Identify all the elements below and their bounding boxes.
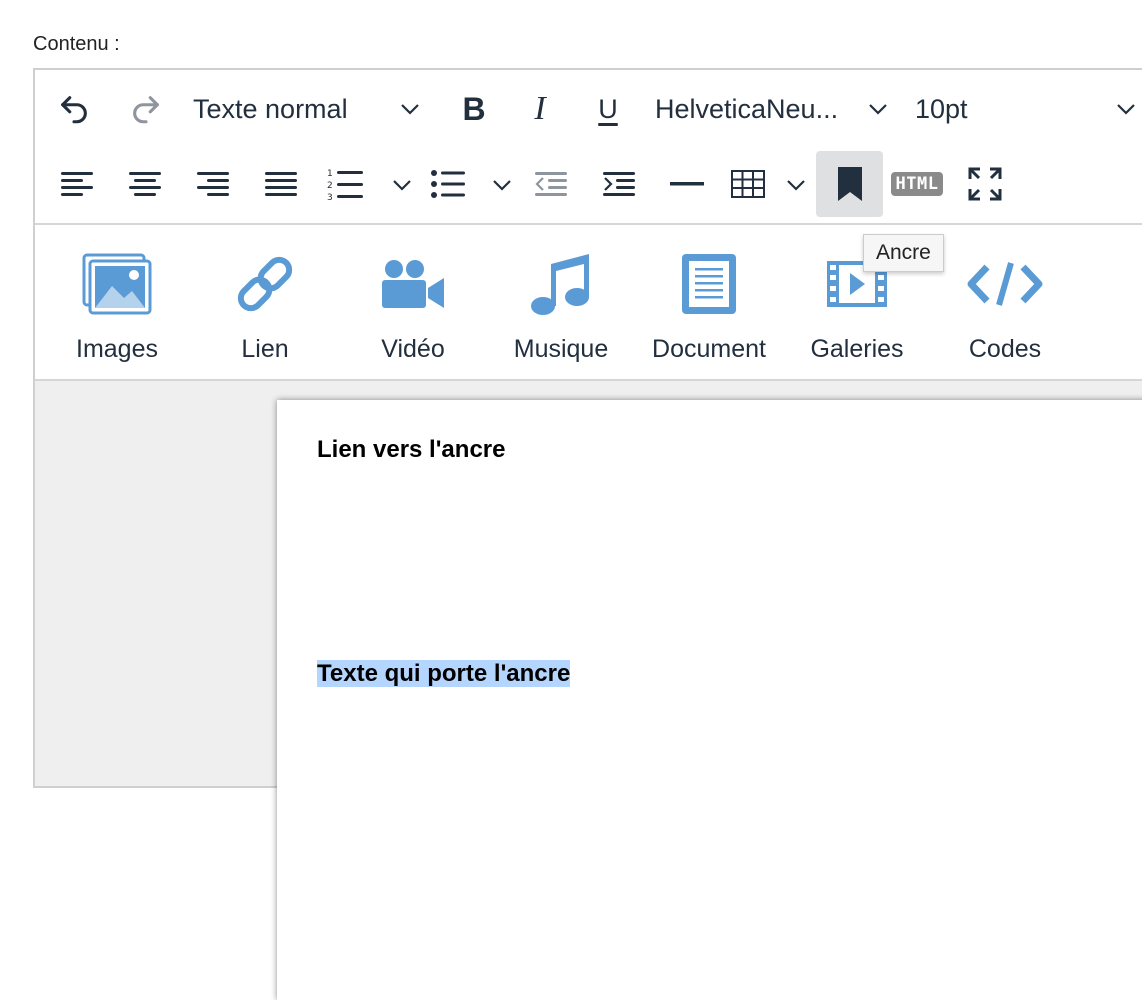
media-item-label: Vidéo — [381, 335, 445, 363]
chevron-down-icon — [869, 104, 887, 115]
html-badge: HTML — [890, 172, 944, 196]
code-icon — [967, 262, 1043, 306]
media-toolbar: Images Lien Vidéo Musique Document Galer… — [35, 225, 1142, 381]
media-item-label: Lien — [241, 335, 289, 363]
media-item-label: Document — [652, 335, 766, 363]
chevron-down-icon — [401, 104, 419, 115]
svg-text:2: 2 — [327, 181, 333, 191]
images-icon — [82, 253, 152, 315]
svg-text:3: 3 — [327, 193, 333, 201]
align-right-icon — [197, 172, 229, 196]
font-family-dropdown[interactable]: HelveticaNeu... — [655, 84, 895, 134]
paragraph-link[interactable]: Lien vers l'ancre — [317, 436, 505, 464]
chevron-down-icon — [393, 180, 411, 191]
underline-button[interactable]: U — [583, 84, 633, 134]
numbered-list-button[interactable]: 1 2 3 — [325, 160, 413, 208]
font-size-value: 10pt — [915, 93, 968, 124]
justify-icon — [265, 172, 297, 196]
align-right-button[interactable] — [189, 160, 237, 208]
paragraph-anchor-target[interactable]: Texte qui porte l'ancre — [317, 660, 571, 688]
font-family-value: HelveticaNeu... — [655, 93, 839, 124]
video-camera-icon — [382, 260, 444, 308]
justify-button[interactable] — [257, 160, 305, 208]
media-item-label: Codes — [968, 335, 1042, 363]
indent-icon — [603, 172, 635, 196]
editor-page[interactable]: Lien vers l'ancre Texte qui porte l'ancr… — [277, 400, 1142, 1000]
italic-icon: I — [534, 90, 546, 127]
align-left-icon — [61, 172, 93, 196]
font-size-dropdown[interactable]: 10pt — [915, 84, 1142, 134]
editor-toolbar: Texte normal B I U HelveticaNeu... 10pt — [35, 70, 1142, 225]
rich-text-editor: Texte normal B I U HelveticaNeu... 10pt — [33, 68, 1142, 1000]
media-item-music[interactable]: Musique — [487, 225, 635, 379]
chevron-down-icon — [787, 180, 805, 191]
bullet-list-icon — [431, 170, 465, 198]
chevron-down-icon — [1117, 104, 1135, 115]
block-format-dropdown[interactable]: Texte normal — [193, 84, 433, 134]
link-icon — [237, 256, 293, 312]
redo-button[interactable] — [121, 84, 171, 134]
media-item-link[interactable]: Lien — [191, 225, 339, 379]
undo-icon — [61, 96, 87, 124]
selected-text[interactable]: Texte qui porte l'ancre — [317, 660, 571, 687]
italic-button[interactable]: I — [515, 84, 565, 134]
outdent-button[interactable] — [527, 160, 575, 208]
media-item-label: Galeries — [810, 335, 904, 363]
media-item-document[interactable]: Document — [635, 225, 783, 379]
fullscreen-button[interactable] — [961, 160, 1009, 208]
field-label: Contenu : — [33, 33, 120, 55]
bookmark-icon — [837, 167, 862, 201]
horizontal-rule-button[interactable] — [663, 160, 711, 208]
editor-content-area[interactable]: Lien vers l'ancre Texte qui porte l'ancr… — [35, 381, 1142, 1000]
bold-button[interactable]: B — [449, 84, 499, 134]
redo-icon — [133, 96, 159, 124]
document-icon — [682, 254, 736, 314]
outdent-icon — [535, 172, 567, 196]
undo-button[interactable] — [49, 84, 99, 134]
bold-icon: B — [462, 90, 486, 127]
align-center-icon — [129, 172, 161, 196]
table-button[interactable] — [731, 160, 807, 208]
numbered-list-icon: 1 2 3 — [327, 169, 363, 201]
media-item-codes[interactable]: Codes — [931, 225, 1079, 379]
indent-button[interactable] — [595, 160, 643, 208]
horizontal-rule-icon — [670, 182, 704, 186]
align-center-button[interactable] — [121, 160, 169, 208]
underline-icon: U — [598, 93, 618, 124]
media-item-video[interactable]: Vidéo — [339, 225, 487, 379]
chevron-down-icon — [493, 180, 511, 191]
fullscreen-icon — [968, 167, 1002, 201]
svg-text:1: 1 — [327, 169, 333, 179]
media-item-images[interactable]: Images — [43, 225, 191, 379]
media-item-label: Images — [76, 335, 158, 363]
anchor-tooltip: Ancre — [863, 234, 944, 272]
bullet-list-button[interactable] — [431, 160, 513, 208]
media-item-label: Musique — [513, 335, 609, 363]
align-left-button[interactable] — [53, 160, 101, 208]
music-note-icon — [531, 254, 589, 315]
html-source-button[interactable]: HTML — [885, 160, 949, 208]
anchor-button[interactable] — [816, 151, 883, 217]
table-icon — [731, 170, 765, 198]
block-format-value: Texte normal — [193, 93, 348, 124]
